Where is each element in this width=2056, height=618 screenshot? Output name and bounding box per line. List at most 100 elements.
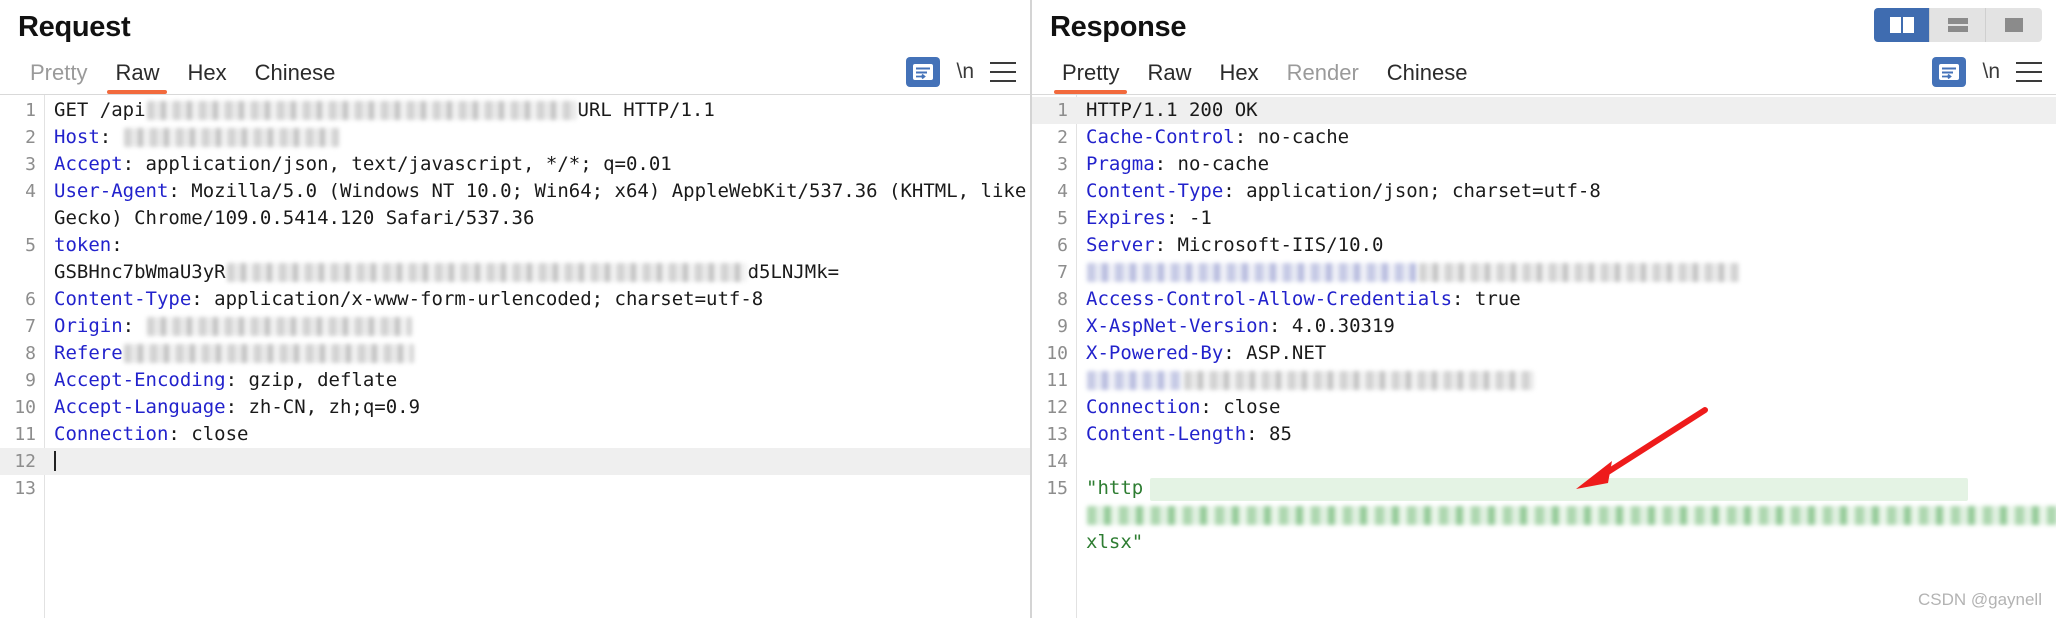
line-number: 4 — [1057, 180, 1068, 202]
line-content: "http xlsx" — [1076, 475, 2056, 556]
header-value: : 4.0.30319 — [1269, 314, 1395, 337]
split-vertical-icon[interactable] — [1874, 8, 1930, 42]
word-wrap-icon[interactable] — [906, 56, 941, 87]
redacted-blur — [226, 262, 747, 282]
line-number: 1 — [1057, 99, 1068, 121]
request-header: Request — [0, 0, 1030, 44]
code-line: 12 Connection: close — [1032, 394, 2056, 421]
hamburger-menu-icon[interactable] — [990, 61, 1016, 82]
line-content: Connection: close — [1076, 394, 2056, 421]
redacted-blur — [146, 100, 577, 120]
redacted-blur — [1184, 370, 1534, 390]
line-number: 1 — [25, 99, 36, 121]
line-number: 13 — [1046, 423, 1068, 445]
header-value: : close — [1200, 395, 1281, 418]
header-name: Expires — [1086, 206, 1167, 229]
line-content — [1076, 367, 2056, 394]
line-content — [44, 448, 1030, 475]
response-tab-pretty[interactable]: Pretty — [1048, 60, 1133, 94]
header-value: : no-cache — [1234, 125, 1350, 148]
redacted-blur — [1087, 262, 1417, 282]
line-content: HTTP/1.1 200 OK — [1076, 97, 2056, 124]
response-tab-raw[interactable]: Raw — [1133, 60, 1205, 94]
response-tabbar: Pretty Raw Hex Render Chinese \n — [1032, 50, 2056, 94]
header-name: Accept-Encoding — [54, 368, 226, 391]
code-line: 8 Refere — [0, 340, 1030, 367]
newline-toggle[interactable]: \n — [956, 61, 974, 82]
request-code-view[interactable]: 1 GET /api URL HTTP/1.1 2 Host: 3 Accept: app… — [0, 93, 1030, 618]
code-line: 12 — [0, 447, 1030, 475]
line-content: token: GSBHnc7bWmaU3yR d5LNJMk= — [44, 232, 1030, 286]
response-line-list: 1 HTTP/1.1 200 OK 2 Cache-Control: no-cache… — [1032, 95, 2056, 556]
redacted-blur — [1087, 370, 1182, 390]
line-content: Content-Length: 85 — [1076, 421, 2056, 448]
line-content: Accept-Language: zh-CN, zh;q=0.9 — [44, 394, 1030, 421]
line-content: Refere — [44, 340, 1030, 367]
header-name: Accept-Language — [54, 395, 226, 418]
response-tab-hex[interactable]: Hex — [1205, 60, 1272, 94]
line-content: Origin: — [44, 313, 1030, 340]
header-name: Pragma — [1086, 152, 1155, 175]
request-tab-hex[interactable]: Hex — [173, 60, 240, 94]
request-tab-raw[interactable]: Raw — [101, 60, 173, 94]
request-tab-chinese[interactable]: Chinese — [241, 60, 350, 94]
header-value: : 85 — [1246, 422, 1292, 445]
split-horizontal-icon[interactable] — [1930, 8, 1986, 42]
header-name: X-AspNet-Version — [1086, 314, 1270, 337]
response-tab-chinese[interactable]: Chinese — [1373, 60, 1482, 94]
request-line-list: 1 GET /api URL HTTP/1.1 2 Host: 3 Accept: app… — [0, 95, 1030, 502]
code-line: 2 Cache-Control: no-cache — [1032, 124, 2056, 151]
line-content: Content-Type: application/x-www-form-url… — [44, 286, 1030, 313]
header-name: Access-Control-Allow-Credentials — [1086, 287, 1453, 310]
line-content: Expires: -1 — [1076, 205, 2056, 232]
line-number: 2 — [25, 126, 36, 148]
header-name: Cache-Control — [1086, 125, 1235, 148]
line-content: X-Powered-By: ASP.NET — [1076, 340, 2056, 367]
response-panel: Response Pretty Raw Hex Render Chinese \… — [1032, 0, 2056, 618]
code-line: 4 User-Agent: Mozilla/5.0 (Windows NT 10.… — [0, 178, 1030, 232]
header-name: Server — [1086, 233, 1155, 256]
line-number: 7 — [1057, 261, 1068, 283]
code-line: 10 Accept-Language: zh-CN, zh;q=0.9 — [0, 394, 1030, 421]
line-number: 8 — [25, 342, 36, 364]
header-value: : close — [168, 422, 249, 445]
header-value: URL HTTP/1.1 — [577, 98, 715, 121]
line-number: 13 — [14, 477, 36, 499]
line-content: Pragma: no-cache — [1076, 151, 2056, 178]
hamburger-menu-icon[interactable] — [2016, 61, 2042, 82]
header-value: GET /api — [54, 98, 146, 121]
line-number: 5 — [1057, 207, 1068, 229]
header-value: GSBHnc7bWmaU3yR — [54, 260, 226, 283]
newline-toggle[interactable]: \n — [1982, 61, 2000, 82]
word-wrap-icon[interactable] — [1932, 56, 1967, 87]
line-number: 12 — [14, 450, 36, 472]
line-number: 15 — [1046, 477, 1068, 499]
line-number: 6 — [25, 288, 36, 310]
request-panel: Request Pretty Raw Hex Chinese \n 1 GET … — [0, 0, 1030, 618]
header-name: Refere — [54, 341, 123, 364]
header-value: : no-cache — [1154, 152, 1270, 175]
header-value: : — [99, 125, 123, 148]
response-code-view[interactable]: 1 HTTP/1.1 200 OK 2 Cache-Control: no-cache… — [1032, 93, 2056, 618]
request-title: Request — [18, 11, 131, 43]
redacted-blur — [123, 127, 339, 147]
code-line: 5 Expires: -1 — [1032, 205, 2056, 232]
response-tab-render[interactable]: Render — [1273, 60, 1373, 94]
line-content — [1076, 259, 2056, 286]
line-content: Content-Type: application/json; charset=… — [1076, 178, 2056, 205]
header-value: : Mozilla/5.0 (Windows NT 10.0; Win64; x… — [54, 179, 1027, 229]
code-line: 11 — [1032, 367, 2056, 394]
header-value: : application/json; charset=utf-8 — [1223, 179, 1601, 202]
line-content: Access-Control-Allow-Credentials: true — [1076, 286, 2056, 313]
request-tab-pretty[interactable]: Pretty — [16, 60, 101, 94]
line-number: 11 — [1046, 369, 1068, 391]
line-number: 3 — [1057, 153, 1068, 175]
line-content: User-Agent: Mozilla/5.0 (Windows NT 10.0… — [44, 178, 1030, 232]
code-line: 15 "http xlsx" — [1032, 475, 2056, 556]
line-number: 10 — [1046, 342, 1068, 364]
code-line: 6 Server: Microsoft-IIS/10.0 — [1032, 232, 2056, 259]
code-line: 1 HTTP/1.1 200 OK — [1032, 96, 2056, 124]
header-value: d5LNJMk= — [747, 260, 840, 283]
single-pane-icon[interactable] — [1986, 8, 2042, 42]
header-value: : true — [1452, 287, 1521, 310]
